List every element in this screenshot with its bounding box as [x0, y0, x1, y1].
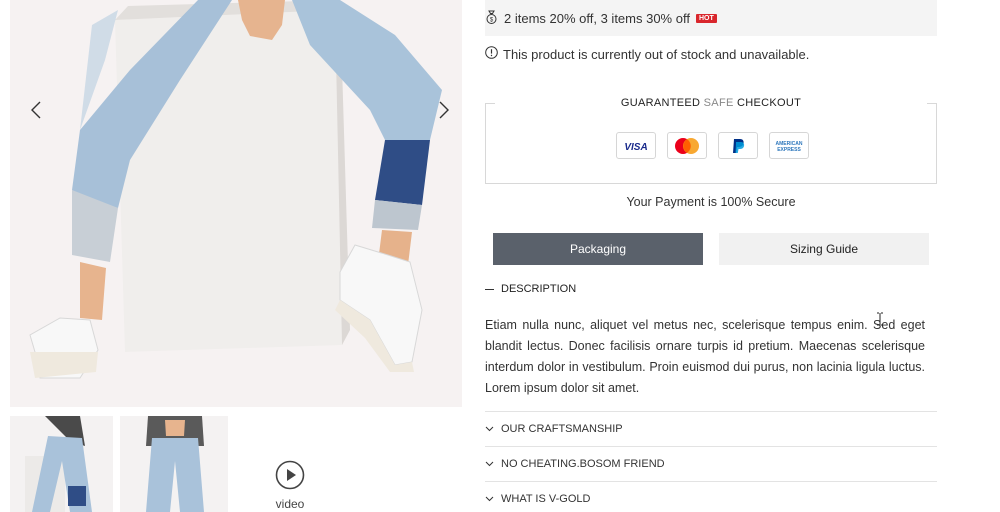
stock-notice: This product is currently out of stock a… — [485, 46, 809, 62]
prev-image-arrow-icon[interactable] — [30, 100, 54, 128]
info-circle-icon — [485, 46, 498, 62]
main-product-image[interactable] — [10, 0, 462, 407]
tab-sizing-guide[interactable]: Sizing Guide — [719, 233, 929, 265]
accordion-craftsmanship-label: OUR CRAFTSMANSHIP — [501, 423, 623, 435]
thumb-back-photo — [120, 416, 228, 512]
promo-banner: $ 2 items 20% off, 3 items 30% off HOT — [485, 0, 937, 36]
checkout-title-prefix: GUARANTEED — [620, 97, 701, 109]
thumbnail-2[interactable] — [120, 416, 228, 512]
jeans-model-photo — [10, 0, 462, 407]
play-icon — [275, 460, 305, 490]
video-label: video — [275, 497, 305, 511]
minus-icon — [485, 288, 494, 290]
money-bag-icon: $ — [485, 10, 498, 27]
stock-text: This product is currently out of stock a… — [503, 46, 810, 62]
svg-text:VISA: VISA — [624, 142, 647, 152]
description-toggle[interactable]: DESCRIPTION — [485, 283, 576, 295]
text-cursor-icon — [877, 312, 883, 326]
thumb-front-photo — [10, 416, 113, 512]
paypal-icon — [718, 132, 758, 159]
product-gallery: video — [0, 0, 470, 512]
secure-payment-text: Your Payment is 100% Secure — [626, 195, 796, 209]
accordion-v-gold[interactable]: WHAT IS V-GOLD — [485, 481, 937, 512]
safe-checkout-box: GUARANTEED SAFE CHECKOUT VISA AMERICAN E… — [485, 97, 937, 184]
accordion-no-cheating-label: NO CHEATING.BOSOM FRIEND — [501, 458, 665, 470]
checkout-title-suffix: CHECKOUT — [736, 97, 802, 109]
accordion-craftsmanship[interactable]: OUR CRAFTSMANSHIP — [485, 411, 937, 446]
tab-packaging[interactable]: Packaging — [493, 233, 703, 265]
product-tabs: Packaging Sizing Guide — [493, 233, 929, 265]
payment-cards: VISA AMERICAN EXPRESS — [616, 132, 809, 159]
mastercard-icon — [667, 132, 707, 159]
checkout-title: GUARANTEED SAFE CHECKOUT — [486, 97, 936, 109]
accordion-no-cheating[interactable]: NO CHEATING.BOSOM FRIEND — [485, 446, 937, 481]
svg-text:$: $ — [490, 17, 494, 23]
thumbnail-strip: video — [10, 416, 462, 512]
visa-card-icon: VISA — [616, 132, 656, 159]
next-image-arrow-icon[interactable] — [438, 100, 462, 128]
video-thumbnail[interactable]: video — [268, 460, 312, 512]
description-heading: DESCRIPTION — [501, 283, 577, 295]
checkout-title-safe: SAFE — [703, 97, 734, 109]
chevron-down-icon — [485, 461, 494, 467]
hot-badge: HOT — [695, 13, 717, 23]
amex-icon: AMERICAN EXPRESS — [769, 132, 809, 159]
product-info: $ 2 items 20% off, 3 items 30% off HOT T… — [485, 0, 937, 512]
svg-text:EXPRESS: EXPRESS — [777, 147, 801, 153]
description-body: Etiam nulla nunc, aliquet vel metus nec,… — [485, 318, 925, 395]
thumbnail-1[interactable] — [10, 416, 113, 512]
promo-text: 2 items 20% off, 3 items 30% off — [504, 10, 690, 26]
chevron-down-icon — [485, 426, 494, 432]
chevron-down-icon — [485, 496, 494, 502]
accordion-v-gold-label: WHAT IS V-GOLD — [501, 493, 591, 505]
